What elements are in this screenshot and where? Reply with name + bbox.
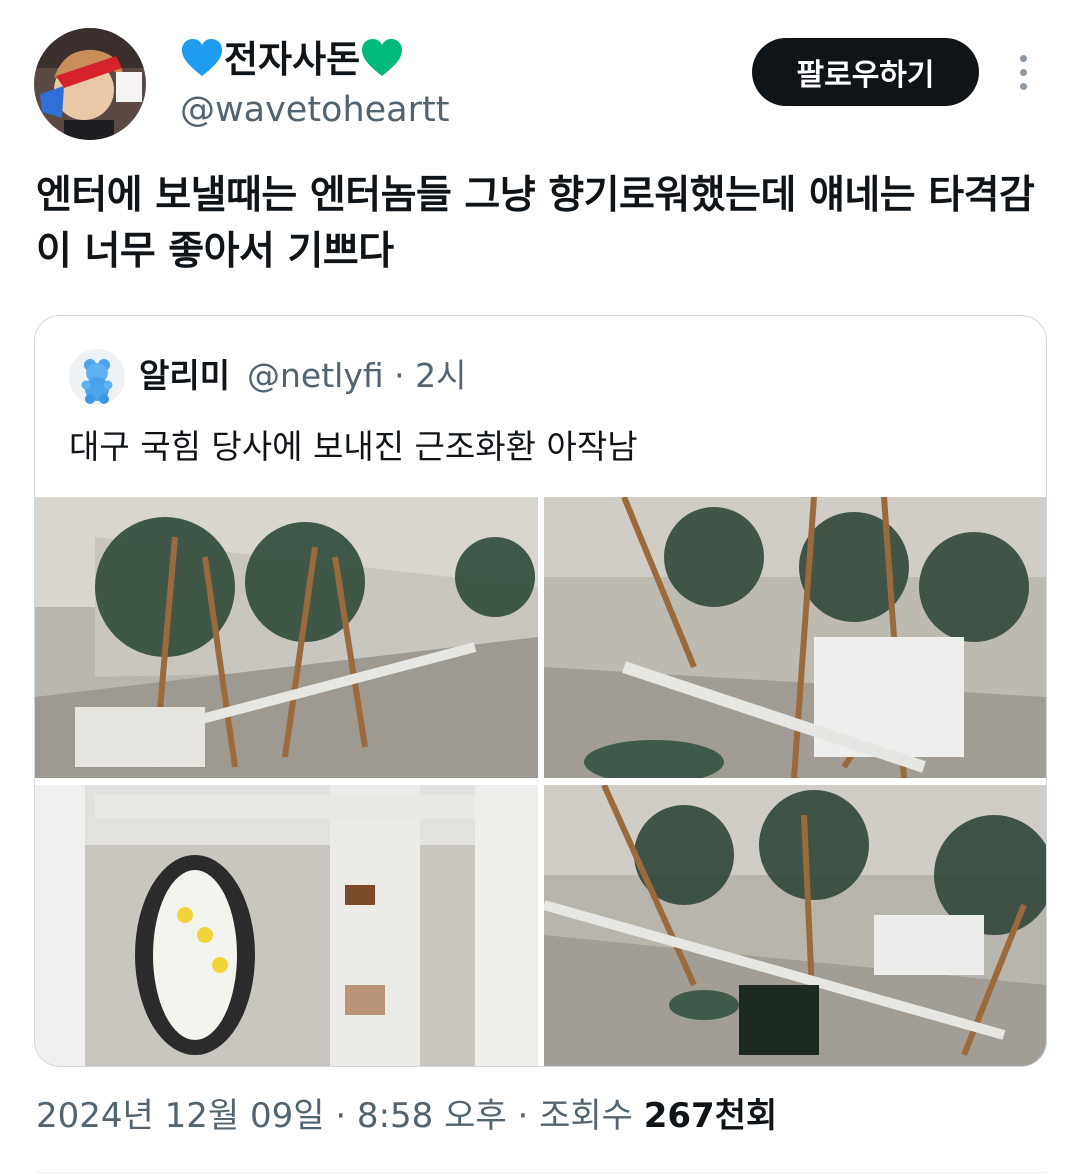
quoted-tweet[interactable]: 알리미 @netlyfi · 2시 대구 국힘 당사에 보내진 근조화환 아작남 — [34, 315, 1047, 1067]
photo-image — [35, 497, 538, 778]
divider — [36, 1172, 1046, 1173]
more-dot — [1019, 82, 1027, 90]
quoted-author-meta: @netlyfi · 2시 — [247, 356, 467, 395]
author-handle[interactable]: @wavetoheartt — [180, 88, 449, 132]
photo-image — [544, 497, 1046, 778]
photo-image — [544, 785, 1046, 1066]
tweet-text: 엔터에 보낼때는 엔터놈들 그냥 향기로워했는데 얘네는 타격감이 너무 좋아서… — [36, 173, 1035, 274]
view-count: 267천회 — [643, 1096, 778, 1136]
quoted-author-avatar[interactable] — [69, 349, 125, 405]
photo-wreaths-fallen-1[interactable] — [35, 497, 538, 778]
tweet-timestamp[interactable]: 2024년 12월 09일 · 8:58 오후 · 조회수 — [36, 1096, 644, 1136]
photo-wreaths-fallen-2[interactable] — [544, 497, 1046, 778]
photo-wreaths-fallen-3[interactable] — [544, 785, 1046, 1066]
follow-button[interactable]: 팔로우하기 — [752, 38, 979, 106]
green-heart-icon — [362, 39, 403, 76]
more-dot — [1019, 54, 1027, 62]
quoted-tweet-text: 대구 국힘 당사에 보내진 근조화환 아작남 — [69, 427, 638, 466]
photo-funeral-wreath-closeup[interactable] — [35, 785, 538, 1066]
photo-image — [35, 785, 538, 1066]
quoted-author-name[interactable]: 알리미 — [139, 354, 230, 398]
author-display-name[interactable]: 전자사돈 — [180, 36, 404, 84]
more-vertical-icon[interactable] — [1002, 48, 1044, 96]
tweet-header: 전자사돈 @wavetoheartt 팔로우하기 — [0, 0, 1080, 150]
more-dot — [1019, 68, 1027, 76]
blue-heart-icon — [182, 39, 222, 76]
avatar-image — [34, 28, 146, 140]
gummy-bear-avatar-image — [69, 349, 125, 405]
author-avatar[interactable] — [34, 28, 146, 140]
tweet-meta: 2024년 12월 09일 · 8:58 오후 · 조회수 267천회 — [36, 1092, 777, 1140]
photo-grid — [35, 497, 1046, 1066]
author-name-text: 전자사돈 — [224, 38, 361, 81]
